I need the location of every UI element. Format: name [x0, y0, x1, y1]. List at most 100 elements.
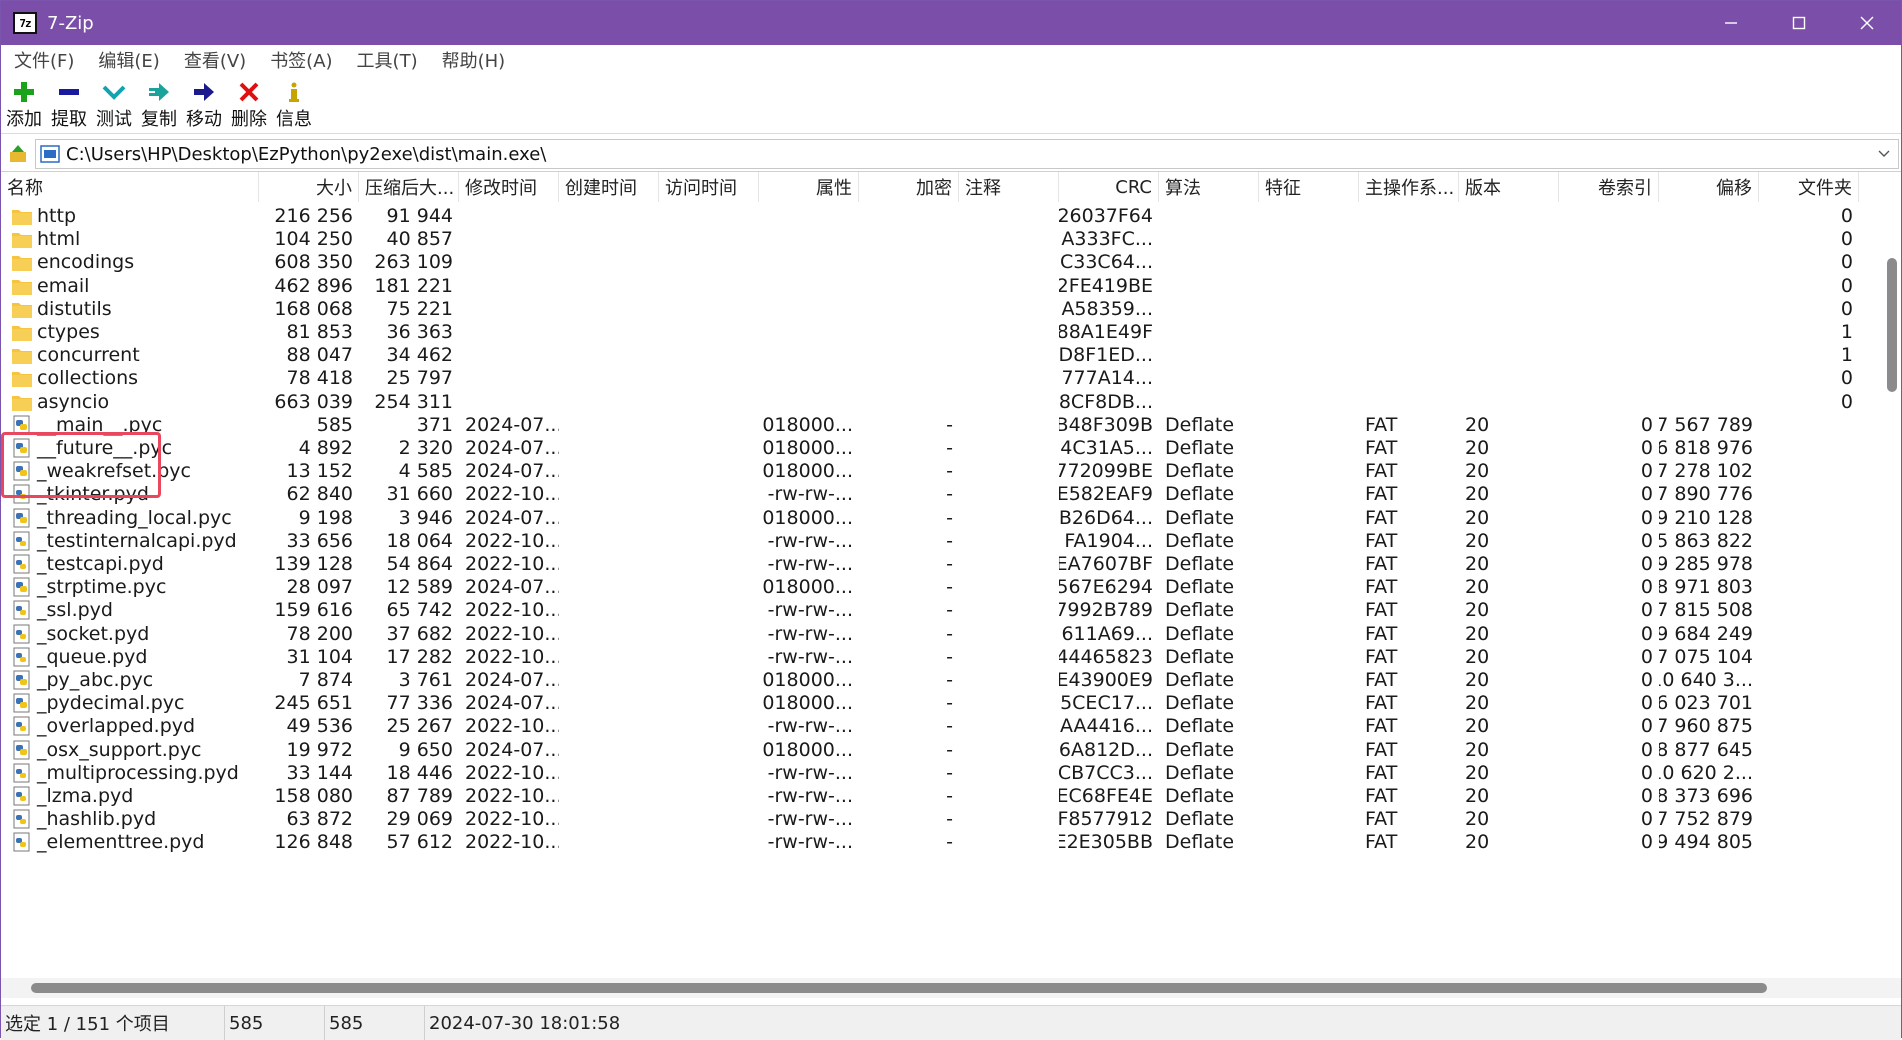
file-name: encodings — [37, 251, 135, 274]
column-header-accessed[interactable]: 访问时间 — [659, 172, 759, 202]
close-button[interactable] — [1833, 1, 1901, 45]
file-name: _ssl.pyd — [37, 599, 113, 622]
info-button[interactable]: 信息 — [271, 75, 316, 131]
host-os-cell: FAT — [1365, 831, 1398, 854]
python-extension-file-icon — [11, 832, 37, 852]
folder-icon — [11, 276, 37, 296]
file-name: _testcapi.pyd — [37, 553, 164, 575]
python-extension-file-icon — [11, 484, 37, 504]
column-header-comment[interactable]: 注释 — [959, 172, 1059, 202]
column-header-encrypted[interactable]: 加密 — [859, 172, 959, 202]
file-name: __main__.pyc — [37, 413, 163, 436]
minimize-button[interactable] — [1697, 1, 1765, 45]
test-icon — [101, 79, 127, 105]
add-icon — [11, 79, 37, 105]
column-header-version[interactable]: 版本 — [1459, 172, 1559, 202]
folder-icon — [11, 322, 37, 342]
python-compiled-file-icon — [11, 670, 37, 690]
move-icon — [191, 79, 217, 105]
title-bar[interactable]: 7z 7-Zip — [1, 1, 1901, 45]
vertical-scrollbar-thumb[interactable] — [1887, 258, 1897, 392]
delete-label: 删除 — [231, 109, 267, 130]
horizontal-scrollbar-thumb[interactable] — [31, 983, 1767, 993]
python-extension-file-icon — [11, 809, 37, 829]
file-name: concurrent — [37, 344, 140, 367]
minimize-icon — [1725, 22, 1737, 24]
file-name: _overlapped.pyd — [37, 715, 196, 738]
file-name: _threading_local.pyc — [37, 506, 232, 529]
file-row[interactable]: _elementtree.pyd 126 848 57 612 2022-10... -… — [1, 828, 1881, 856]
python-extension-file-icon — [11, 763, 37, 783]
column-header-created[interactable]: 创建时间 — [559, 172, 659, 202]
address-path: C:\Users\HP\Desktop\EzPython\py2exe\dist… — [66, 143, 547, 165]
menu-view[interactable]: 查看(V) — [171, 47, 257, 73]
crc-cell: E2E305BB — [1059, 831, 1153, 854]
column-header-modified[interactable]: 修改时间 — [459, 172, 559, 202]
python-extension-file-icon — [11, 647, 37, 667]
app-window: 7z 7-Zip 文件(F) 编辑(E) 查看(V) 书签(A) 工具(T) 帮… — [0, 0, 1902, 1040]
horizontal-scrollbar[interactable] — [1, 978, 1901, 998]
column-header-volume-index[interactable]: 卷索引 — [1559, 172, 1659, 202]
address-bar[interactable]: C:\Users\HP\Desktop\EzPython\py2exe\dist… — [35, 139, 1899, 169]
copy-button[interactable]: 复制 — [136, 75, 181, 131]
folder-icon — [11, 392, 37, 412]
folder-icon — [11, 252, 37, 272]
folder-up-button[interactable] — [5, 141, 31, 167]
delete-icon — [236, 79, 262, 105]
size-cell: 126 848 — [274, 831, 353, 854]
encrypted-cell: - — [946, 831, 953, 854]
column-header-characteristics[interactable]: 特征 — [1259, 172, 1359, 202]
python-extension-file-icon — [11, 786, 37, 806]
file-name: _queue.pyd — [37, 645, 148, 668]
add-button[interactable]: 添加 — [1, 75, 46, 131]
column-header-method[interactable]: 算法 — [1159, 172, 1259, 202]
column-header-folders[interactable]: 文件夹 — [1759, 172, 1859, 202]
chevron-down-icon[interactable] — [1876, 143, 1892, 163]
python-extension-file-icon — [11, 600, 37, 620]
method-cell: Deflate — [1165, 831, 1235, 854]
folders-cell — [1759, 828, 1859, 856]
folder-icon — [11, 206, 37, 226]
move-label: 移动 — [186, 109, 222, 130]
python-compiled-file-icon — [11, 508, 37, 528]
file-name: _multiprocessing.pyd — [37, 761, 239, 784]
extract-button[interactable]: 提取 — [46, 75, 91, 131]
python-extension-file-icon — [11, 554, 37, 574]
volume-index-cell: 0 — [1640, 831, 1653, 854]
file-name: ctypes — [37, 321, 100, 343]
delete-button[interactable]: 删除 — [226, 75, 271, 131]
vertical-scrollbar[interactable] — [1881, 172, 1901, 962]
folder-icon — [11, 368, 37, 388]
file-name: _elementtree.pyd — [37, 831, 205, 854]
test-button[interactable]: 测试 — [91, 75, 136, 131]
maximize-button[interactable] — [1765, 1, 1833, 45]
move-button[interactable]: 移动 — [181, 75, 226, 131]
menu-file[interactable]: 文件(F) — [1, 47, 85, 73]
folder-icon — [11, 299, 37, 319]
file-name: _socket.pyd — [37, 622, 150, 645]
file-name: _osx_support.pyc — [37, 738, 202, 761]
file-list: 名称 大小 压缩后大... 修改时间 创建时间 访问时间 属性 加密 注释 CR… — [1, 171, 1901, 979]
column-header-offset[interactable]: 偏移 — [1659, 172, 1759, 202]
file-name: _weakrefset.pyc — [37, 460, 191, 483]
file-name: _testinternalcapi.pyd — [37, 529, 237, 552]
python-compiled-file-icon — [11, 415, 37, 435]
address-row: C:\Users\HP\Desktop\EzPython\py2exe\dist… — [1, 139, 1901, 169]
file-name: _hashlib.pyd — [37, 808, 157, 831]
menu-help[interactable]: 帮助(H) — [429, 47, 517, 73]
menu-bookmarks[interactable]: 书签(A) — [257, 47, 343, 73]
file-name: email — [37, 274, 90, 297]
info-icon — [281, 79, 307, 105]
python-compiled-file-icon — [11, 438, 37, 458]
column-header-name[interactable]: 名称 — [1, 172, 259, 202]
status-datetime: 2024-07-30 18:01:58 — [429, 1012, 621, 1034]
column-header-packed-size[interactable]: 压缩后大... — [359, 172, 459, 202]
column-header-size[interactable]: 大小 — [259, 172, 359, 202]
python-compiled-file-icon — [11, 740, 37, 760]
menu-edit[interactable]: 编辑(E) — [85, 47, 170, 73]
menu-tools[interactable]: 工具(T) — [344, 47, 429, 73]
column-header-crc[interactable]: CRC — [1059, 172, 1159, 202]
column-header-host-os[interactable]: 主操作系... — [1359, 172, 1459, 202]
info-label: 信息 — [276, 109, 312, 130]
column-header-attributes[interactable]: 属性 — [759, 172, 859, 202]
